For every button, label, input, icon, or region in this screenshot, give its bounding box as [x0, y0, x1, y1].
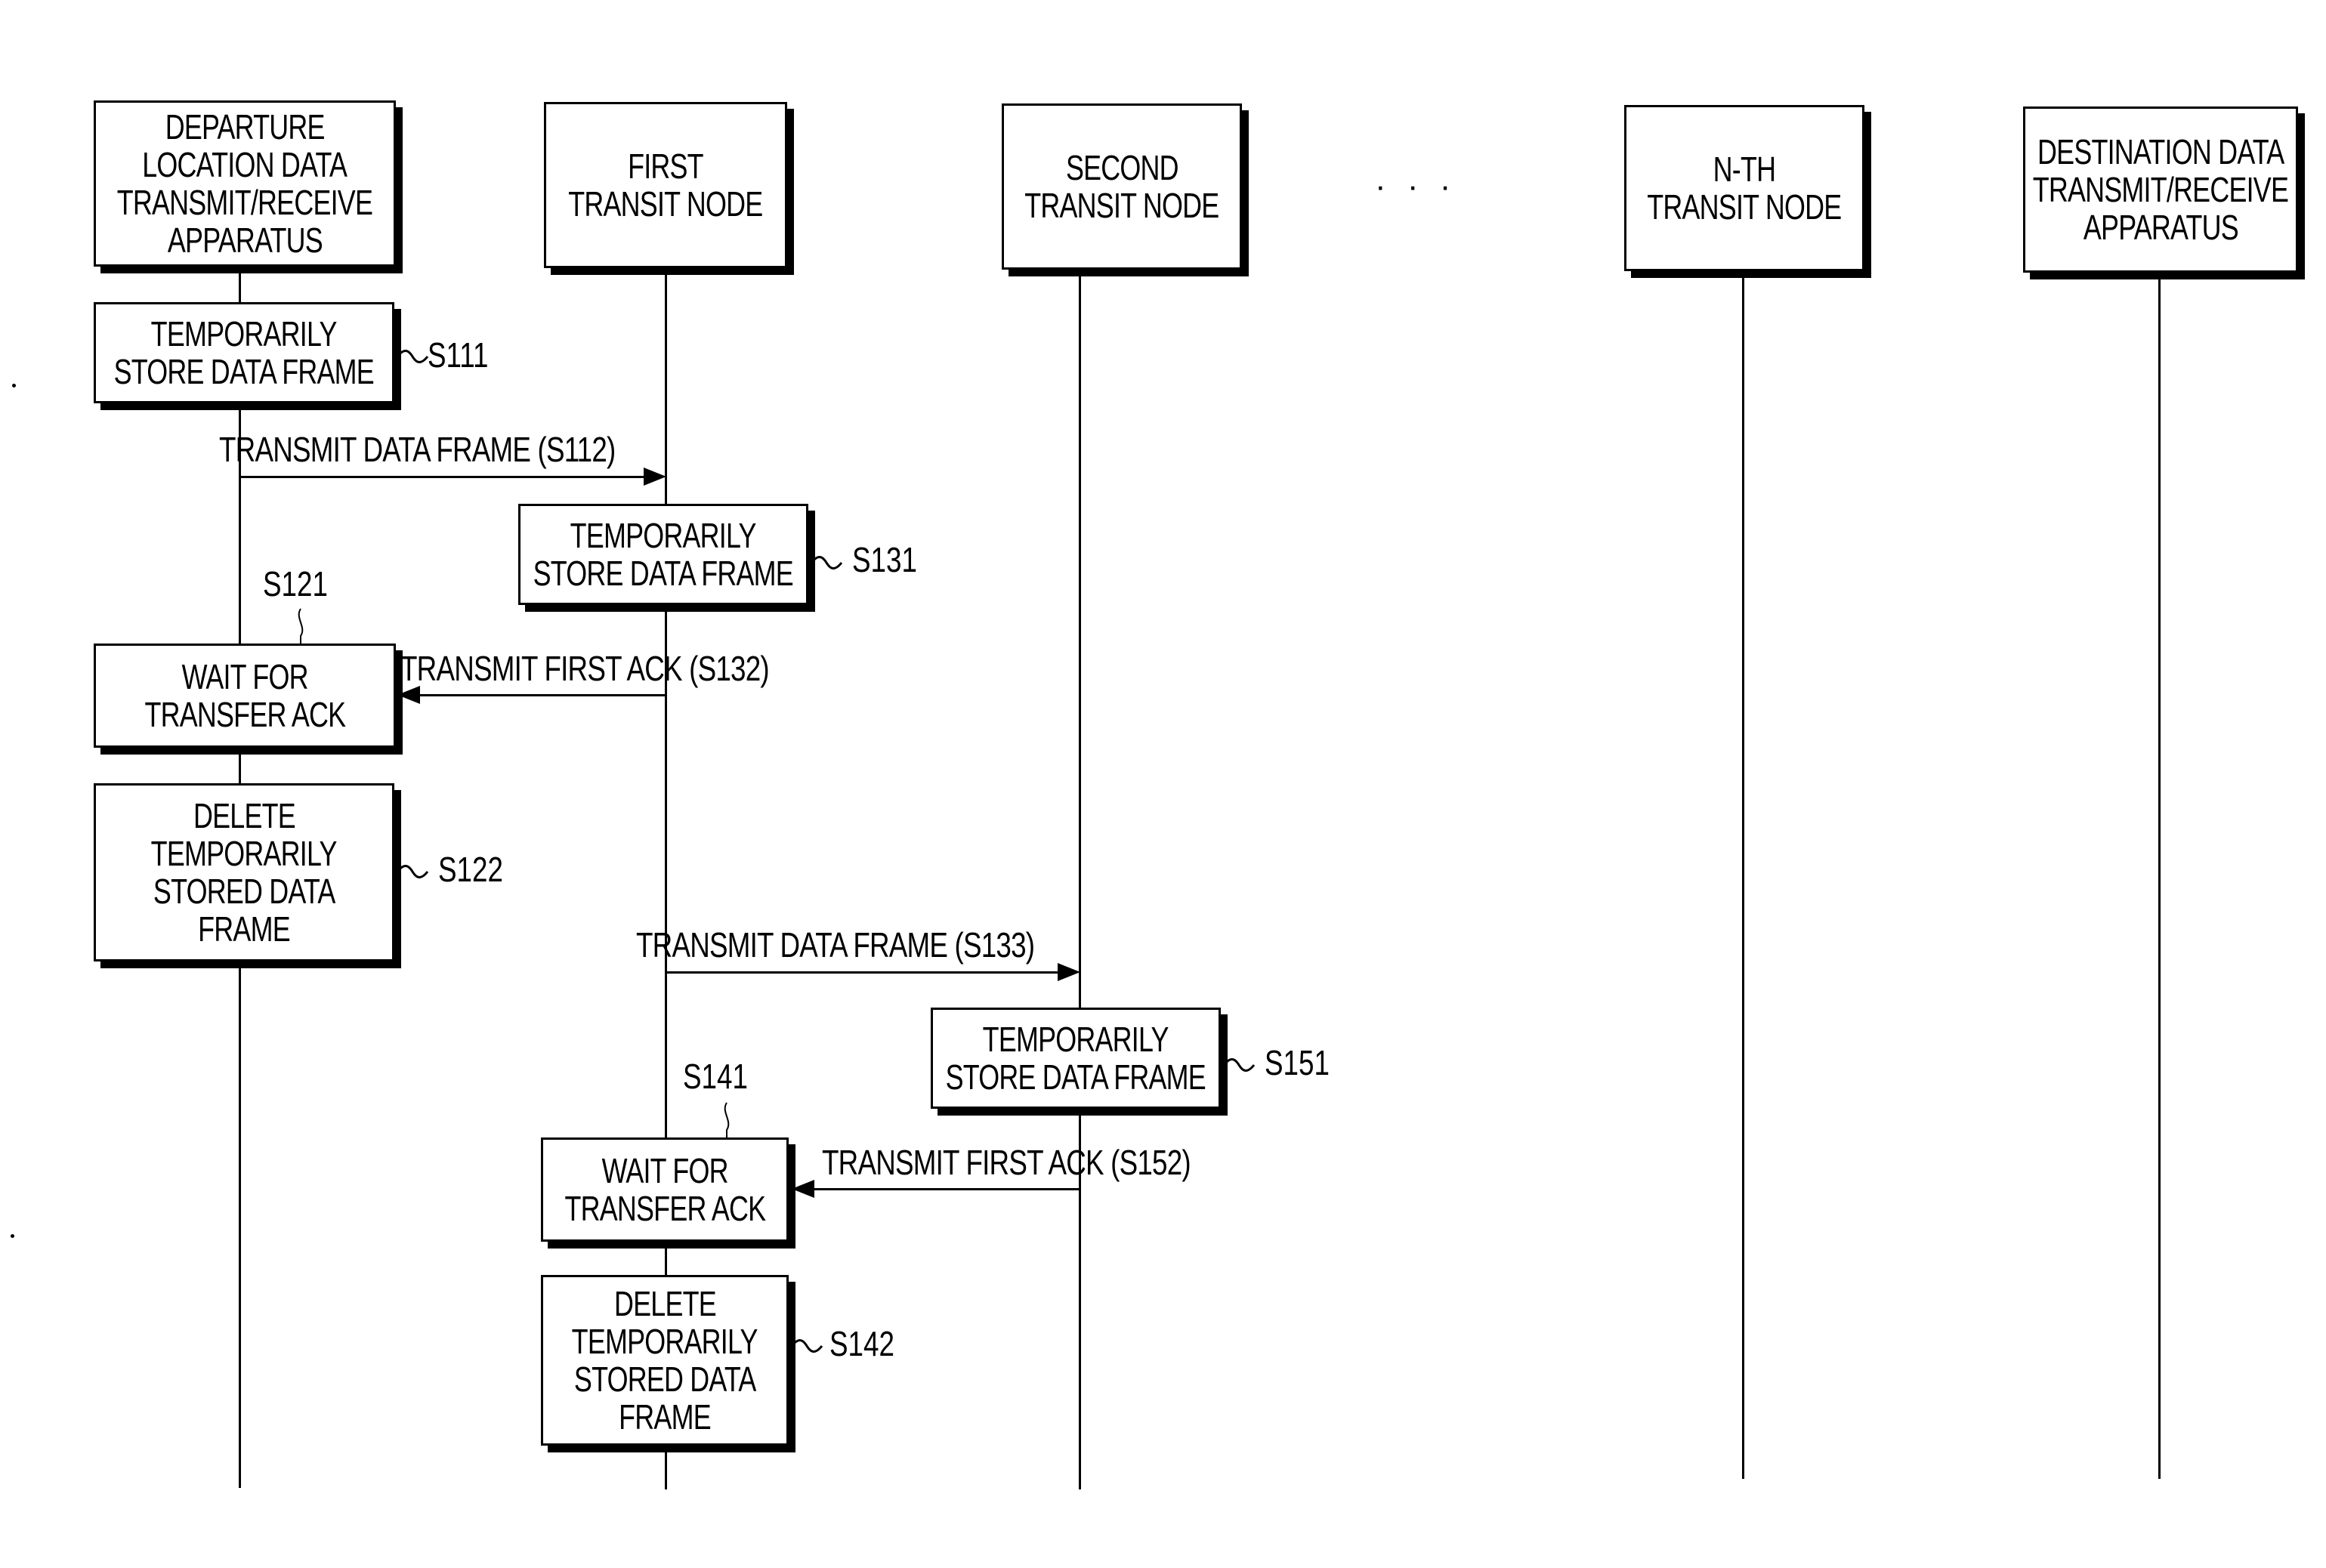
step-label-s122: S122 — [438, 850, 503, 889]
activity-s151: TEMPORARILY STORE DATA FRAME — [931, 1008, 1221, 1109]
activity-label: FRAME — [198, 909, 290, 949]
activity-label: TRANSFER ACK — [564, 1189, 766, 1228]
activity-label: TEMPORARILY — [572, 1322, 758, 1361]
step-label-s111: S111 — [428, 335, 489, 375]
activity-label: STORE DATA FRAME — [945, 1057, 1206, 1097]
step-label-s142: S142 — [829, 1324, 894, 1363]
leader-tilde-icon — [396, 865, 429, 878]
participant-destination: DESTINATION DATA TRANSMIT/RECEIVE APPARA… — [2023, 106, 2298, 273]
activity-label: TEMPORARILY — [151, 314, 338, 353]
message-label-s132: TRANSMIT FIRST ACK (S132) — [400, 649, 770, 688]
activity-label: WAIT FOR — [601, 1151, 728, 1190]
activity-label: TRANSFER ACK — [144, 695, 346, 734]
activity-label: DELETE — [613, 1284, 717, 1323]
step-label-s131: S131 — [852, 540, 917, 579]
message-label-s152: TRANSMIT FIRST ACK (S152) — [822, 1143, 1191, 1182]
activity-label: FRAME — [619, 1397, 711, 1437]
participant-second-transit-node: SECOND TRANSIT NODE — [1002, 103, 1242, 270]
lifeline-second-transit-node — [1079, 273, 1081, 1489]
participant-label: SECOND — [1065, 148, 1179, 187]
arrowhead-right-icon — [644, 468, 666, 486]
activity-s141: WAIT FOR TRANSFER ACK — [541, 1137, 789, 1242]
participant-label: APPARATUS — [2083, 208, 2239, 247]
activity-label: WAIT FOR — [181, 657, 308, 696]
activity-label: DELETE — [193, 796, 296, 835]
arrowhead-left-icon — [792, 1180, 814, 1198]
participant-label: FIRST — [628, 147, 704, 186]
activity-s142: DELETE TEMPORARILY STORED DATA FRAME — [541, 1275, 789, 1446]
activity-s121: WAIT FOR TRANSFER ACK — [94, 644, 396, 748]
arrowhead-right-icon — [1058, 963, 1080, 981]
leader-tilde-icon — [810, 556, 843, 569]
activity-s111: TEMPORARILY STORE DATA FRAME — [94, 302, 394, 403]
activity-s122: DELETE TEMPORARILY STORED DATA FRAME — [94, 783, 394, 961]
leader-tilde-icon — [790, 1339, 823, 1353]
leader-tilde-icon — [1222, 1058, 1256, 1072]
activity-label: TEMPORARILY — [151, 834, 338, 873]
message-label-s133: TRANSMIT DATA FRAME (S133) — [636, 925, 1035, 965]
message-arrow-s133 — [666, 971, 1058, 974]
participant-label: TRANSIT NODE — [1024, 186, 1219, 225]
lifeline-destination — [2158, 273, 2161, 1479]
arrowhead-left-icon — [397, 686, 420, 704]
participant-label: APPARATUS — [167, 221, 323, 260]
activity-label: STORE DATA FRAME — [113, 352, 375, 391]
leader-tilde-icon — [396, 350, 429, 363]
scan-dot — [11, 1234, 14, 1238]
participant-label: DESTINATION DATA — [2037, 132, 2284, 171]
activity-label: TEMPORARILY — [570, 516, 757, 555]
participant-label: TRANSMIT/RECEIVE — [116, 183, 373, 222]
scan-dot — [12, 384, 16, 387]
participant-departure: DEPARTURE LOCATION DATA TRANSMIT/RECEIVE… — [94, 100, 396, 267]
lifeline-nth-transit-node — [1742, 273, 1744, 1479]
message-arrow-s132 — [420, 694, 666, 696]
step-label-s121: S121 — [263, 564, 328, 603]
leader-tilde-icon — [724, 1102, 730, 1139]
activity-label: STORED DATA — [573, 1360, 756, 1399]
participant-first-transit-node: FIRST TRANSIT NODE — [544, 102, 787, 268]
participant-label: TRANSIT NODE — [568, 184, 763, 224]
participant-label: TRANSIT NODE — [1647, 187, 1842, 227]
participant-label: TRANSMIT/RECEIVE — [2032, 170, 2289, 209]
participant-label: LOCATION DATA — [142, 145, 348, 184]
activity-label: TEMPORARILY — [983, 1020, 1169, 1059]
participant-nth-transit-node: N-TH TRANSIT NODE — [1624, 105, 1864, 271]
participant-label: DEPARTURE — [165, 107, 326, 147]
activity-s131: TEMPORARILY STORE DATA FRAME — [518, 504, 808, 605]
step-label-s151: S151 — [1265, 1043, 1330, 1082]
message-label-s112: TRANSMIT DATA FRAME (S112) — [219, 430, 616, 469]
ellipsis-more-nodes: · · · — [1375, 168, 1457, 205]
activity-label: STORED DATA — [153, 872, 335, 911]
step-label-s141: S141 — [683, 1057, 748, 1096]
leader-tilde-icon — [298, 608, 304, 645]
activity-label: STORE DATA FRAME — [533, 554, 794, 593]
message-arrow-s152 — [814, 1188, 1080, 1190]
participant-label: N-TH — [1713, 150, 1776, 189]
message-arrow-s112 — [240, 476, 644, 478]
